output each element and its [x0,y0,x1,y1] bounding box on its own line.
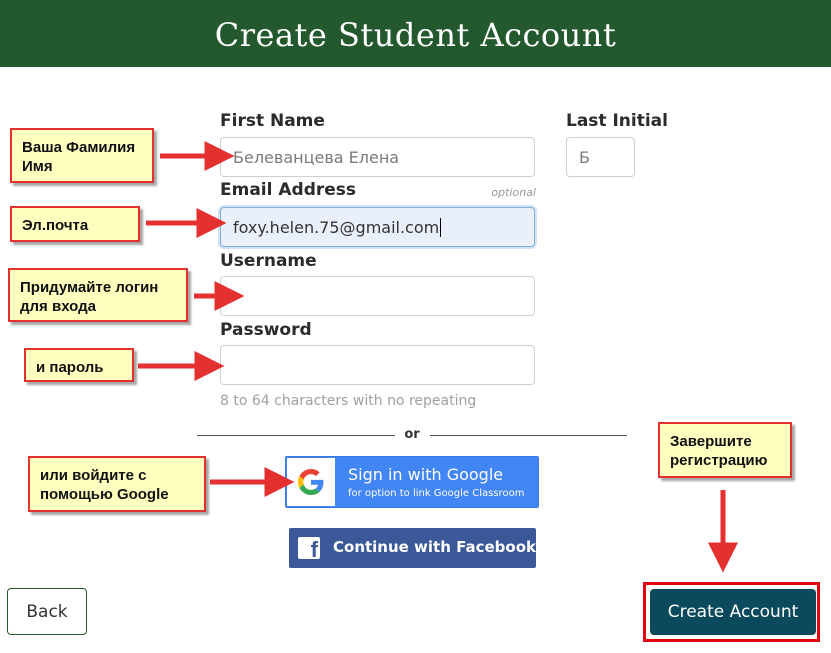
annotation-arrows [138,141,738,573]
